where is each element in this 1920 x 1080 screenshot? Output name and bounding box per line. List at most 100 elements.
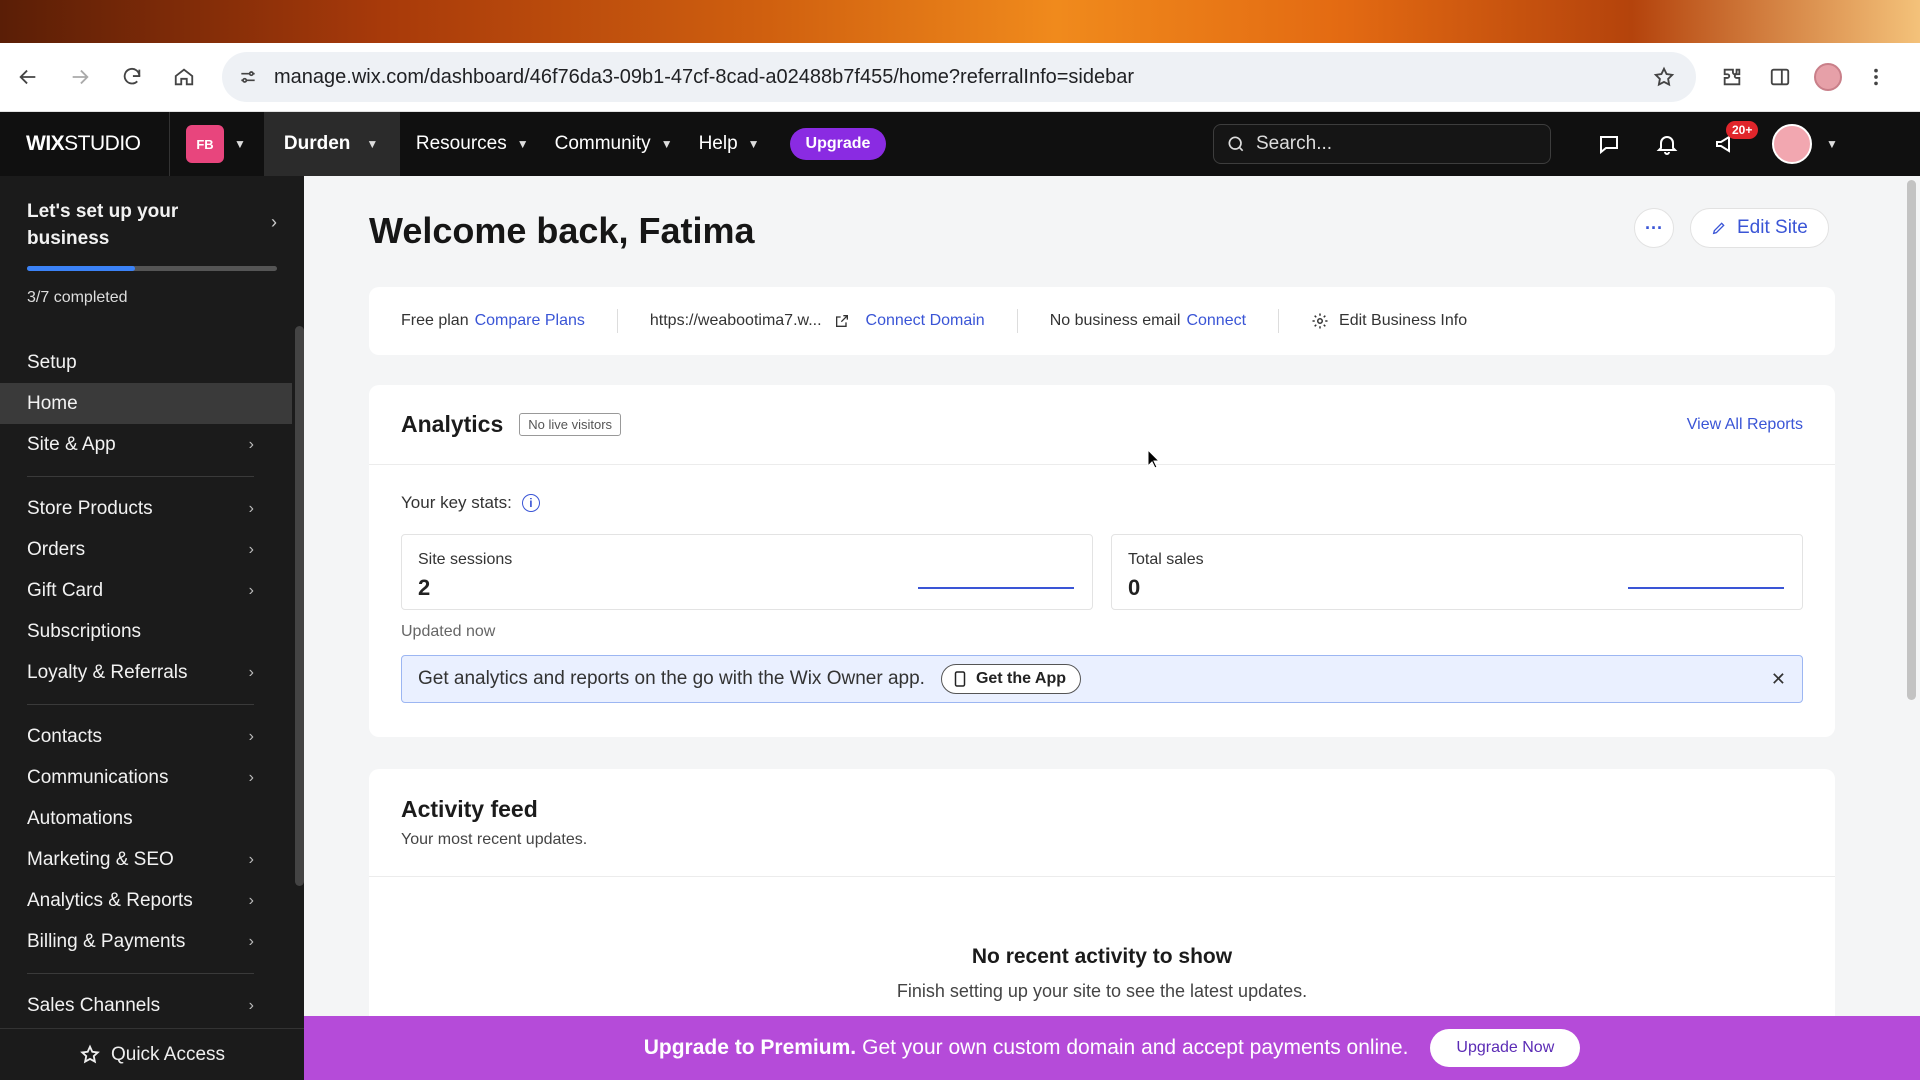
connect-domain-link[interactable]: Connect Domain: [866, 312, 985, 330]
pencil-icon: [1712, 222, 1725, 235]
sidebar-item-gift-card[interactable]: Gift Card ›: [0, 570, 292, 611]
external-link-icon[interactable]: [834, 313, 850, 329]
activity-header: Activity feed Your most recent updates.: [369, 769, 1835, 877]
chevron-down-icon: ▼: [234, 137, 246, 151]
stat-label: Total sales: [1128, 551, 1204, 568]
workspace-switcher[interactable]: FB ▼: [170, 125, 264, 163]
sidebar-item-label: Loyalty & Referrals: [27, 661, 188, 683]
site-url[interactable]: https://weabootima7.w...: [650, 312, 822, 330]
user-avatar[interactable]: [1772, 124, 1812, 164]
divider: [1278, 309, 1280, 333]
sidebar-item-billing-payments[interactable]: Billing & Payments ›: [0, 921, 292, 962]
main-scrollbar[interactable]: [1907, 180, 1916, 700]
sidebar-item-site-app[interactable]: Site & App ›: [0, 424, 292, 465]
quick-access-button[interactable]: Quick Access: [0, 1028, 304, 1080]
sidebar-item-communications[interactable]: Communications ›: [0, 757, 292, 798]
announcements-icon[interactable]: 20+: [1696, 112, 1759, 176]
desktop-background-strip: [0, 0, 1920, 43]
chevron-right-icon: ›: [248, 932, 254, 950]
notification-badge: 20+: [1726, 121, 1759, 139]
chevron-right-icon: ›: [248, 435, 254, 453]
sidebar-item-subscriptions[interactable]: Subscriptions: [0, 611, 292, 652]
owner-app-banner: Get analytics and reports on the go with…: [401, 655, 1803, 703]
sidebar-item-label: Setup: [27, 351, 77, 373]
compare-plans-link[interactable]: Compare Plans: [475, 312, 585, 330]
wix-studio-logo[interactable]: WIXSTUDIO: [26, 132, 169, 156]
sidebar-item-marketing-seo[interactable]: Marketing & SEO ›: [0, 839, 292, 880]
chevron-right-icon: ›: [271, 212, 277, 232]
chevron-right-icon: ›: [248, 850, 254, 868]
close-icon[interactable]: ✕: [1771, 669, 1786, 690]
sidebar-item-loyalty-referrals[interactable]: Loyalty & Referrals ›: [0, 652, 292, 693]
address-bar[interactable]: manage.wix.com/dashboard/46f76da3-09b1-4…: [222, 52, 1696, 102]
logo-bold-text: WIX: [26, 132, 65, 155]
divider: [616, 309, 618, 333]
view-all-reports-link[interactable]: View All Reports: [1687, 416, 1803, 434]
side-panel-icon[interactable]: [1756, 53, 1804, 101]
logo-light-text: STUDIO: [64, 132, 141, 155]
site-selector[interactable]: Durden ▼: [263, 112, 400, 176]
sidebar-item-label: Sales Channels: [27, 994, 161, 1016]
sidebar-item-home[interactable]: Home: [0, 383, 292, 424]
more-options-button[interactable]: ···: [1634, 208, 1674, 248]
back-icon[interactable]: [4, 53, 52, 101]
chevron-down-icon: ▼: [516, 137, 529, 151]
extensions-icon[interactable]: [1708, 53, 1756, 101]
upgrade-button[interactable]: Upgrade: [789, 128, 887, 160]
chevron-right-icon: ›: [248, 663, 254, 681]
profile-avatar[interactable]: [1804, 53, 1852, 101]
sidebar-divider: [27, 973, 254, 974]
sidebar-item-setup[interactable]: Setup: [0, 342, 292, 383]
search-placeholder: Search...: [1256, 133, 1333, 154]
browser-menu-icon[interactable]: [1852, 53, 1900, 101]
site-name: Durden: [283, 133, 351, 154]
page-title: Welcome back, Fatima: [369, 210, 755, 251]
sidebar-divider: [27, 704, 254, 705]
chevron-down-icon[interactable]: ▼: [1826, 137, 1838, 151]
edit-site-button[interactable]: Edit Site: [1690, 208, 1829, 248]
get-the-app-label: Get the App: [975, 670, 1067, 687]
forward-icon[interactable]: [56, 53, 104, 101]
sidebar-item-analytics-reports[interactable]: Analytics & Reports ›: [0, 880, 292, 921]
home-icon[interactable]: [160, 53, 208, 101]
search-input[interactable]: Search...: [1213, 124, 1551, 164]
sidebar-nav-list: Setup Home Site & App › Store Products › Order…: [0, 342, 292, 1026]
site-settings-icon[interactable]: [234, 63, 262, 91]
top-menu-item-community[interactable]: Community ▼: [555, 133, 673, 155]
reload-icon[interactable]: [108, 53, 156, 101]
sidebar-scrollbar[interactable]: [295, 326, 304, 886]
sidebar-item-store-products[interactable]: Store Products ›: [0, 488, 292, 529]
sparkline: [918, 587, 1074, 589]
divider: [1016, 309, 1018, 333]
site-sessions-stat[interactable]: Site sessions 2: [401, 534, 1093, 610]
premium-text: Get your own custom domain and accept pa…: [862, 1036, 1409, 1059]
top-menu-item-help[interactable]: Help ▼: [699, 133, 760, 155]
top-menu-item-resources[interactable]: Resources ▼: [416, 133, 529, 155]
total-sales-stat[interactable]: Total sales 0: [1111, 534, 1803, 610]
sidebar-item-automations[interactable]: Automations: [0, 798, 292, 839]
info-icon[interactable]: i: [521, 494, 540, 512]
sidebar: Let's set up your business › 3/7 complet…: [0, 176, 304, 1080]
chevron-right-icon: ›: [248, 540, 254, 558]
chat-icon[interactable]: [1580, 112, 1638, 176]
bell-icon[interactable]: [1638, 112, 1696, 176]
premium-bold-text: Upgrade to Premium.: [643, 1036, 857, 1059]
key-stats-text: Your key stats:: [401, 493, 512, 512]
get-the-app-button[interactable]: Get the App: [940, 664, 1082, 694]
sidebar-item-label: Subscriptions: [27, 620, 142, 642]
top-menu-label: Help: [698, 133, 738, 154]
sidebar-item-sales-channels[interactable]: Sales Channels ›: [0, 985, 292, 1026]
edit-business-info-link[interactable]: Edit Business Info: [1339, 312, 1467, 330]
connect-email-link[interactable]: Connect: [1186, 312, 1246, 330]
setup-progress-card[interactable]: Let's set up your business › 3/7 complet…: [27, 198, 277, 307]
sidebar-item-contacts[interactable]: Contacts ›: [0, 716, 292, 757]
bookmark-star-icon[interactable]: [1646, 59, 1682, 95]
email-status: No business email: [1049, 312, 1181, 329]
url-text[interactable]: manage.wix.com/dashboard/46f76da3-09b1-4…: [274, 66, 1646, 89]
updated-label: Updated now: [401, 623, 496, 640]
chevron-down-icon: ▼: [660, 137, 673, 151]
analytics-card: Analytics No live visitors View All Repo…: [369, 385, 1835, 737]
upgrade-now-button[interactable]: Upgrade Now: [1430, 1029, 1581, 1067]
sidebar-item-label: Billing & Payments: [27, 930, 186, 952]
sidebar-item-orders[interactable]: Orders ›: [0, 529, 292, 570]
